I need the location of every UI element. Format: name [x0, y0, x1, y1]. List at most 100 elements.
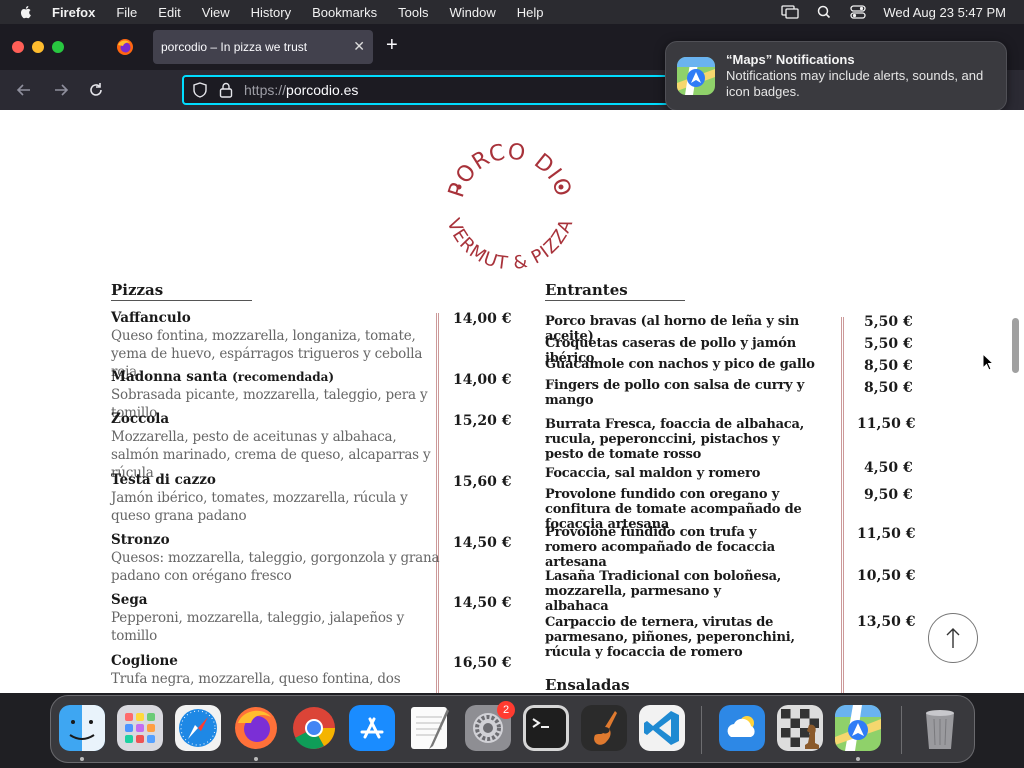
pizza-price: 14,00 € [453, 372, 512, 388]
weather-icon[interactable] [719, 705, 765, 751]
vscode-icon[interactable] [639, 705, 685, 751]
menu-view[interactable]: View [202, 5, 230, 20]
dock: 2 [50, 695, 975, 763]
pizza-name: Stronzo [111, 532, 170, 548]
starter-name: Carpaccio de ternera, virutas de parmesa… [545, 615, 795, 660]
firefox-view-icon[interactable] [116, 38, 134, 56]
starter-name: Guacamole con nachos y pico de gallo [545, 357, 815, 372]
tab-title: porcodio – In pizza we trust [161, 40, 308, 54]
list-item: Sega Pepperoni, mozzarella, taleggio, ja… [111, 592, 441, 645]
starter-price: 13,50 € [857, 614, 916, 630]
starter-name: Burrata Fresca, foaccia de albahaca, ruc… [545, 417, 805, 462]
svg-text:PORCO DIO: PORCO DIO [444, 139, 576, 200]
list-item: Stronzo Quesos: mozzarella, taleggio, go… [111, 532, 441, 585]
menu-bookmarks[interactable]: Bookmarks [312, 5, 377, 20]
ensaladas-title: Ensaladas [545, 676, 630, 693]
tab-close-icon[interactable]: ✕ [353, 38, 365, 55]
starter-price: 5,50 € [864, 314, 913, 330]
starter-price: 11,50 € [857, 416, 916, 432]
starter-price: 8,50 € [864, 380, 913, 396]
page-scrollbar[interactable] [1012, 318, 1019, 373]
firefox-icon[interactable] [233, 705, 279, 751]
running-indicator [856, 757, 860, 761]
logo-bottom-text: VERMUT & PIZZA [442, 216, 576, 275]
forward-icon[interactable] [51, 80, 71, 100]
pizza-name-text: Madonna santa [111, 369, 228, 385]
back-icon[interactable] [14, 80, 34, 100]
maps-notification[interactable]: “Maps” Notifications Notifications may i… [665, 41, 1007, 111]
pizza-name: Coglione [111, 653, 178, 669]
pizza-name: Madonna santa (recomendada) [111, 369, 441, 386]
terminal-icon[interactable] [523, 705, 569, 751]
url-host: porcodio.es [286, 82, 359, 98]
textedit-icon[interactable] [407, 705, 453, 751]
maps-icon[interactable] [835, 705, 881, 751]
notification-body: Notifications may include alerts, sounds… [726, 68, 984, 99]
fullscreen-window-button[interactable] [52, 41, 64, 53]
url-protocol: https:// [244, 82, 287, 98]
safari-icon[interactable] [175, 705, 221, 751]
pizzas-title: Pizzas [111, 281, 164, 299]
svg-text:VERMUT & PIZZA: VERMUT & PIZZA [442, 216, 577, 275]
menu-edit[interactable]: Edit [158, 5, 180, 20]
starter-price: 11,50 € [857, 526, 916, 542]
pizzas-underline [111, 300, 252, 301]
starter-name: Lasaña Tradicional con boloñesa, mozzare… [545, 569, 782, 614]
chess-icon[interactable] [777, 705, 823, 751]
logo-dot [558, 184, 564, 190]
garageband-icon[interactable] [581, 705, 627, 751]
url-text[interactable]: https://porcodio.es [244, 82, 358, 98]
menu-window[interactable]: Window [450, 5, 496, 20]
pizza-price: 14,50 € [453, 535, 512, 551]
chrome-icon[interactable] [291, 705, 337, 751]
pizza-description: Jamón ibérico, tomates, mozzarella, rúcu… [111, 490, 408, 524]
tracking-protection-icon[interactable] [192, 82, 208, 98]
finder-icon[interactable] [59, 705, 105, 751]
mouse-cursor-icon [982, 353, 994, 371]
launchpad-icon[interactable] [117, 705, 163, 751]
dock-separator [701, 706, 702, 754]
pizza-name: Zoccola [111, 411, 170, 427]
arrow-up-icon [946, 628, 960, 648]
starter-price: 4,50 € [864, 460, 913, 476]
notification-badge: 2 [497, 701, 515, 719]
app-store-icon[interactable] [349, 705, 395, 751]
close-window-button[interactable] [12, 41, 24, 53]
pizza-name: Vaffanculo [111, 310, 191, 326]
pizza-name: Sega [111, 592, 148, 608]
menu-file[interactable]: File [116, 5, 137, 20]
list-item: Testa di cazzo Jamón ibérico, tomates, m… [111, 472, 441, 525]
pizza-price: 15,20 € [453, 413, 512, 429]
search-icon[interactable] [815, 5, 833, 19]
active-tab[interactable]: porcodio – In pizza we trust ✕ [153, 30, 373, 64]
pizza-price: 14,00 € [453, 311, 512, 327]
running-indicator [254, 757, 258, 761]
apple-icon[interactable] [18, 4, 34, 20]
url-bar[interactable]: https://porcodio.es [182, 75, 682, 105]
starter-price: 8,50 € [864, 358, 913, 374]
scroll-to-top-button[interactable] [928, 613, 978, 663]
screen-mirroring-icon[interactable] [781, 5, 800, 19]
trash-icon[interactable] [917, 705, 963, 751]
pizza-price: 16,50 € [453, 655, 512, 671]
menu-clock[interactable]: Wed Aug 23 5:47 PM [883, 5, 1006, 20]
reload-icon[interactable] [86, 80, 106, 100]
running-indicator [80, 757, 84, 761]
web-page: PORCO DIO VERMUT & PIZZA Pizzas Entrante… [0, 110, 1024, 693]
entrantes-title: Entrantes [545, 281, 628, 299]
new-tab-button[interactable]: + [386, 34, 398, 57]
entrantes-underline [545, 300, 685, 301]
pizza-price: 14,50 € [453, 595, 512, 611]
recommended-label: (recomendada) [232, 370, 335, 384]
pizza-price: 15,60 € [453, 474, 512, 490]
pizza-description: Pepperoni, mozzarella, taleggio, jalapeñ… [111, 610, 405, 644]
starter-price: 5,50 € [864, 336, 913, 352]
menu-tools[interactable]: Tools [398, 5, 428, 20]
menu-history[interactable]: History [251, 5, 291, 20]
control-center-icon[interactable] [849, 5, 867, 19]
menu-help[interactable]: Help [517, 5, 544, 20]
menu-app-name[interactable]: Firefox [52, 5, 95, 20]
starter-name: Provolone fundido con trufa y romero aco… [545, 525, 775, 570]
minimize-window-button[interactable] [32, 41, 44, 53]
lock-icon[interactable] [218, 81, 234, 99]
